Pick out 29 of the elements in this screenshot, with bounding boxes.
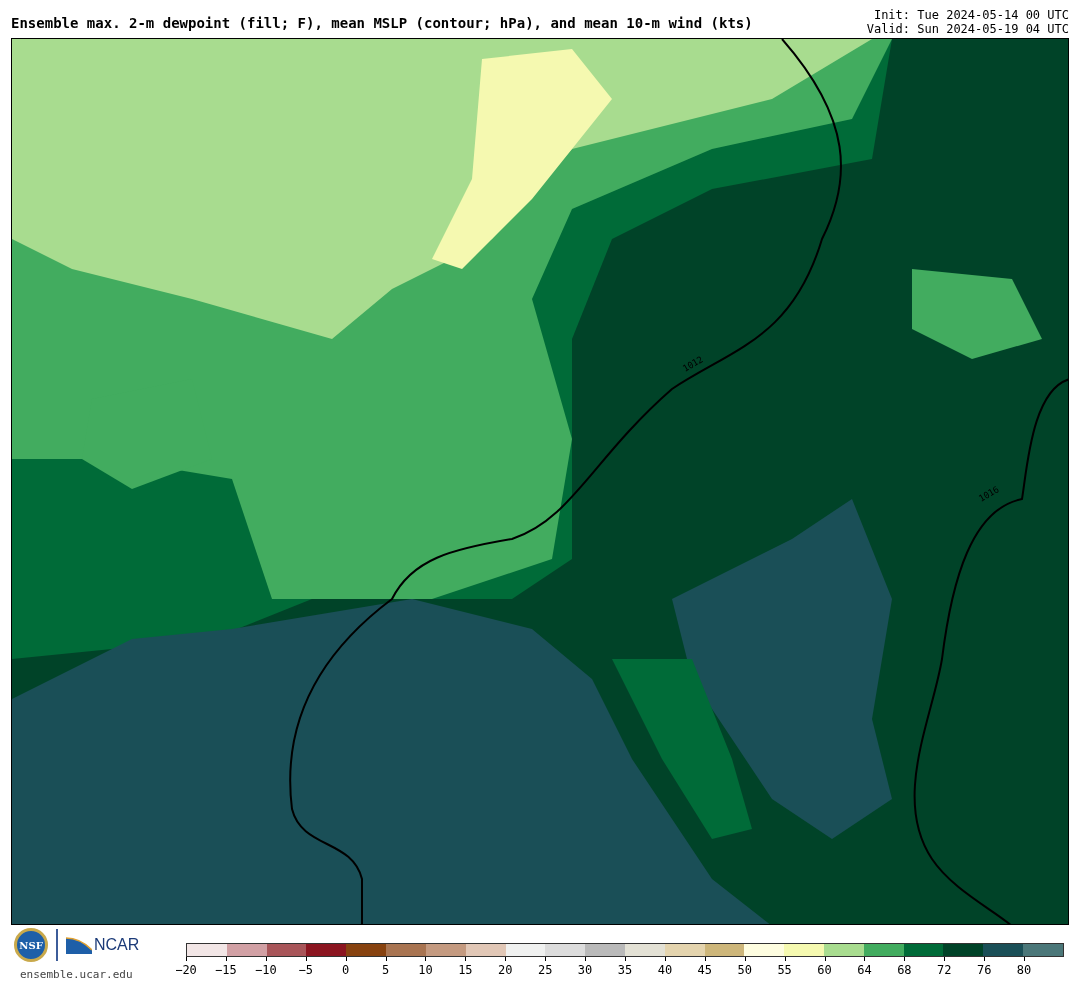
tick-label: 68 (897, 963, 912, 977)
tick-label: 76 (976, 963, 992, 977)
tick-label: 80 (1016, 963, 1032, 977)
ncar-logo-text: NCAR (94, 936, 140, 954)
swoosh-icon (66, 936, 92, 954)
tick-label: 60 (817, 963, 832, 977)
tick-label: −10 (254, 963, 277, 977)
valid-time: Valid: Sun 2024-05-19 04 UTC (866, 22, 1069, 36)
tick-label: 30 (577, 963, 593, 977)
nsf-logo: NSF (14, 928, 48, 962)
tick-label: 25 (537, 963, 553, 977)
init-time: Init: Tue 2024-05-14 00 UTC (873, 8, 1069, 22)
tick-label: 55 (777, 963, 792, 977)
chart-title: Ensemble max. 2-m dewpoint (fill; F), mean MSLP (contour; hPa), and mean 10-m wind (kts) (11, 14, 753, 32)
site-url: ensemble.ucar.edu (20, 968, 133, 982)
tick-label: 35 (617, 963, 633, 977)
tick-label: 0 (342, 963, 350, 977)
tick-label: 72 (937, 963, 952, 977)
tick-label: 15 (458, 963, 473, 977)
tick-label: 20 (498, 963, 513, 977)
tick-label: 10 (418, 963, 433, 977)
tick-label: 45 (697, 963, 713, 977)
tick-label: 50 (737, 963, 752, 977)
tick-label: 5 (381, 963, 390, 977)
tick-label: 40 (657, 963, 673, 977)
tick-label: −20 (175, 963, 197, 977)
tick-label: −5 (298, 963, 313, 977)
tick-label: −15 (215, 963, 237, 977)
tick-label: 64 (857, 963, 872, 977)
